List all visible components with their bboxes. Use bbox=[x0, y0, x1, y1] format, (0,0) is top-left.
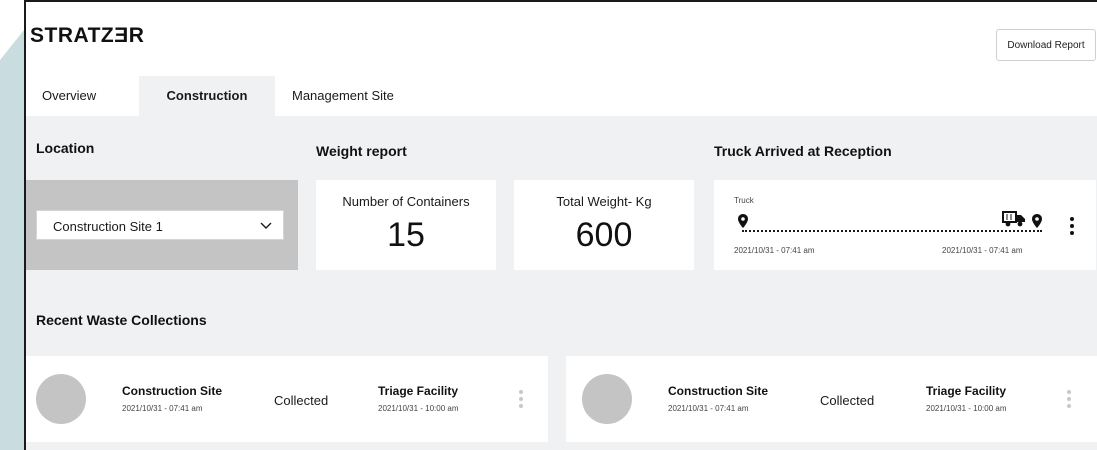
more-options-icon[interactable] bbox=[518, 390, 524, 410]
collection-origin: Construction Site bbox=[122, 384, 223, 398]
header: STRATZƎR Download Report bbox=[26, 2, 1097, 74]
download-report-button[interactable]: Download Report bbox=[996, 29, 1096, 61]
total-weight-label: Total Weight- Kg bbox=[556, 194, 652, 209]
location-select[interactable]: Construction Site 1 bbox=[36, 210, 284, 240]
truck-icon bbox=[1002, 211, 1025, 227]
more-options-icon[interactable] bbox=[1066, 390, 1072, 410]
truck-label: Truck bbox=[734, 196, 754, 205]
location-title: Location bbox=[36, 140, 95, 156]
collection-status: Collected bbox=[274, 393, 329, 408]
collection-origin-time: 2021/10/31 - 07:41 am bbox=[122, 404, 203, 413]
containers-label: Number of Containers bbox=[342, 194, 470, 209]
truck-card: Truck 2021/10/31 - 07:41 am 2021/10/31 -… bbox=[714, 180, 1096, 270]
containers-value: 15 bbox=[387, 216, 425, 254]
collection-status: Collected bbox=[820, 393, 875, 408]
app-window: STRATZƎR Download Report Overview Constr… bbox=[24, 0, 1097, 450]
logo: STRATZƎR bbox=[30, 24, 145, 47]
tab-overview[interactable]: Overview bbox=[26, 76, 112, 116]
backdrop-wedge bbox=[0, 30, 24, 450]
tab-bar: Overview Construction Site Management Si… bbox=[26, 76, 1097, 143]
collection-destination: Triage Facility bbox=[378, 384, 459, 398]
location-box: Construction Site 1 bbox=[26, 180, 298, 270]
collection-destination: Triage Facility bbox=[926, 384, 1007, 398]
collection-origin: Construction Site bbox=[668, 384, 769, 398]
collection-origin-time: 2021/10/31 - 07:41 am bbox=[668, 404, 749, 413]
total-weight-card: Total Weight- Kg 600 bbox=[514, 180, 694, 270]
avatar bbox=[36, 374, 86, 424]
recent-collections-title: Recent Waste Collections bbox=[36, 312, 207, 328]
collection-card: Construction Site 2021/10/31 - 07:41 am … bbox=[566, 356, 1097, 442]
collection-destination-time: 2021/10/31 - 10:00 am bbox=[378, 404, 459, 413]
tab-construction-site[interactable]: Construction Site bbox=[139, 76, 275, 143]
dashboard-panel: Location Construction Site 1 Weight repo… bbox=[26, 116, 1097, 450]
weight-report-title: Weight report bbox=[316, 143, 407, 159]
truck-start-time: 2021/10/31 - 07:41 am bbox=[734, 246, 815, 255]
tab-management-site[interactable]: Management Site bbox=[276, 76, 410, 116]
chevron-down-icon bbox=[260, 222, 272, 229]
containers-card: Number of Containers 15 bbox=[316, 180, 496, 270]
map-pin-icon bbox=[738, 214, 748, 228]
total-weight-value: 600 bbox=[575, 216, 633, 254]
collection-destination-time: 2021/10/31 - 10:00 am bbox=[926, 404, 1007, 413]
truck-route-line bbox=[742, 230, 1042, 232]
truck-more-options-icon[interactable] bbox=[1069, 217, 1075, 237]
location-select-value: Construction Site 1 bbox=[53, 219, 163, 234]
truck-arrived-title: Truck Arrived at Reception bbox=[714, 143, 892, 159]
destination-pin-icon bbox=[1032, 214, 1042, 228]
collection-card: Construction Site 2021/10/31 - 07:41 am … bbox=[26, 356, 548, 442]
avatar bbox=[582, 374, 632, 424]
truck-end-time: 2021/10/31 - 07:41 am bbox=[942, 246, 1023, 255]
